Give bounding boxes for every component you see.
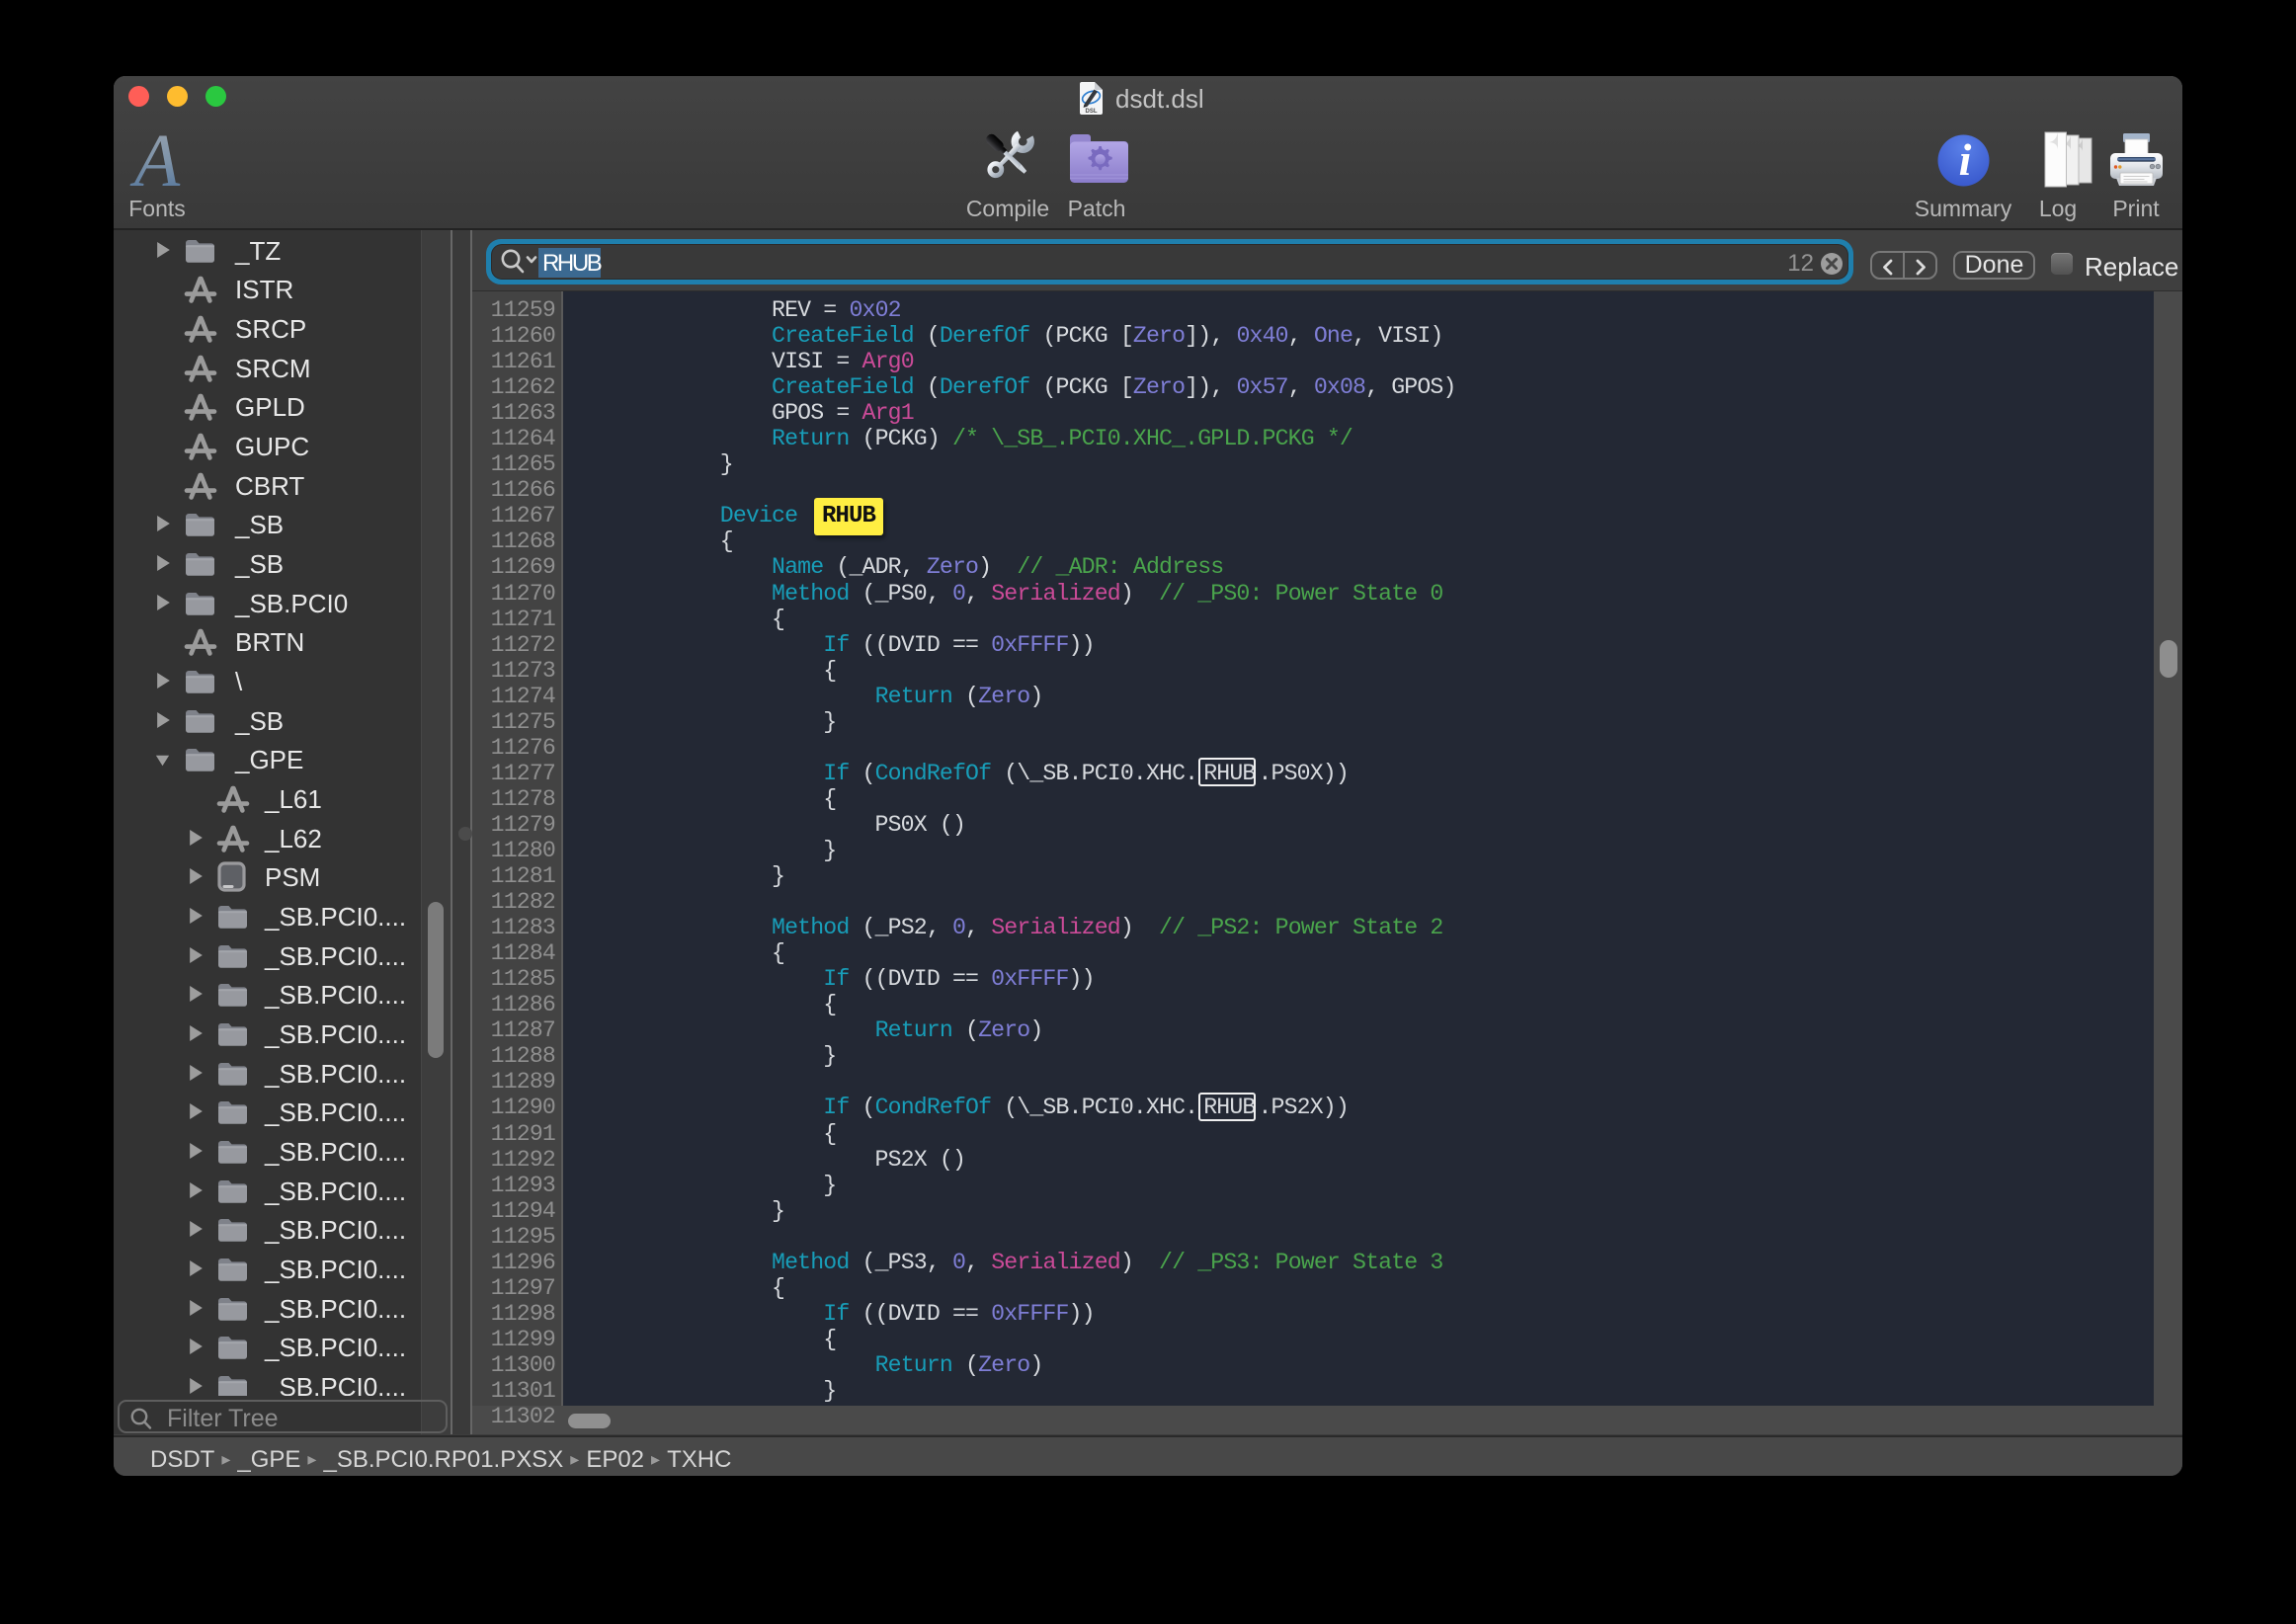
svg-text:DSL: DSL: [1086, 109, 1098, 115]
svg-text:A: A: [129, 129, 181, 191]
svg-text:i: i: [1959, 134, 1972, 185]
